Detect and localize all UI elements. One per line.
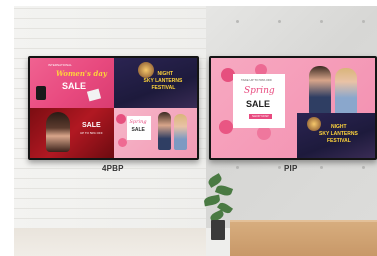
product-scene: INTERNATIONAL Women's day SALE NIGHT SKY… — [14, 6, 377, 256]
plant-pot — [211, 220, 225, 240]
woman-photo — [173, 114, 187, 150]
beauty-sale-panel: SALE UP TO 50% OFF — [30, 108, 114, 158]
q3-small-text: UP TO 50% OFF — [80, 131, 103, 135]
q3-sale-text: SALE — [82, 122, 101, 129]
tv-pip: TAKE UP TO 50% OFF Spring SALE SHOP NOW … — [209, 56, 377, 160]
sale-card: TAKE UP TO 50% OFF Spring SALE SHOP NOW — [233, 74, 285, 128]
lantern-festival-panel: NIGHT SKY LANTERNS FESTIVAL — [113, 58, 197, 108]
shop-now-button: SHOP NOW — [249, 114, 272, 119]
pip-inset-line1: NIGHT — [331, 124, 347, 130]
lantern-image — [307, 117, 321, 131]
wall-bolt — [236, 20, 239, 23]
model-portrait — [46, 112, 70, 152]
lantern-image — [137, 62, 154, 78]
wooden-shelf — [230, 220, 377, 256]
q2-line3: FESTIVAL — [151, 85, 176, 91]
q1-sale-text: SALE — [62, 81, 87, 91]
flower-image — [219, 120, 233, 134]
wall-bolt — [362, 166, 365, 169]
wall-bolt — [320, 20, 323, 23]
tv-4pbp: INTERNATIONAL Women's day SALE NIGHT SKY… — [28, 56, 199, 160]
woman-photo — [335, 68, 357, 114]
q2-line2: SKY LANTERNS — [143, 78, 183, 84]
woman-photo — [157, 112, 171, 150]
womens-day-sale-panel: INTERNATIONAL Women's day SALE — [30, 58, 114, 108]
shopping-bag-image — [86, 88, 102, 102]
wall-bolt — [320, 166, 323, 169]
pip-inset-picture: NIGHT SKY LANTERNS FESTIVAL — [297, 113, 375, 158]
tv-pip-screen: TAKE UP TO 50% OFF Spring SALE SHOP NOW … — [211, 58, 375, 158]
q1-script-text: Women's day — [56, 69, 107, 78]
wall-bolt — [236, 166, 239, 169]
floor-left — [14, 228, 206, 256]
sale-card: Spring SALE — [126, 116, 151, 140]
q4-sale-text: SALE — [131, 127, 145, 133]
pip-inset-line3: FESTIVAL — [327, 138, 351, 144]
caption-4pbp: 4PBP — [102, 164, 124, 173]
q4-script-text: Spring — [129, 119, 147, 125]
spring-sale-panel: Spring SALE — [113, 108, 197, 158]
pip-script-text: Spring — [244, 86, 275, 96]
caption-pip: PIP — [284, 164, 298, 173]
pip-sale-text: SALE — [246, 99, 271, 109]
woman-photo — [309, 66, 331, 114]
flower-image — [115, 114, 126, 124]
wall-bolt — [278, 20, 281, 23]
pip-inset-line2: SKY LANTERNS — [319, 131, 358, 137]
wall-bolt — [362, 20, 365, 23]
wall-bolt — [278, 166, 281, 169]
pip-small-text: TAKE UP TO 50% OFF — [241, 78, 273, 82]
tv-4pbp-screen: INTERNATIONAL Women's day SALE NIGHT SKY… — [30, 58, 197, 158]
handbag-image — [36, 86, 46, 100]
q2-line1: NIGHT — [157, 71, 174, 77]
flower-image — [257, 126, 271, 140]
flower-image — [117, 138, 127, 147]
q1-small-text: INTERNATIONAL — [48, 63, 72, 67]
